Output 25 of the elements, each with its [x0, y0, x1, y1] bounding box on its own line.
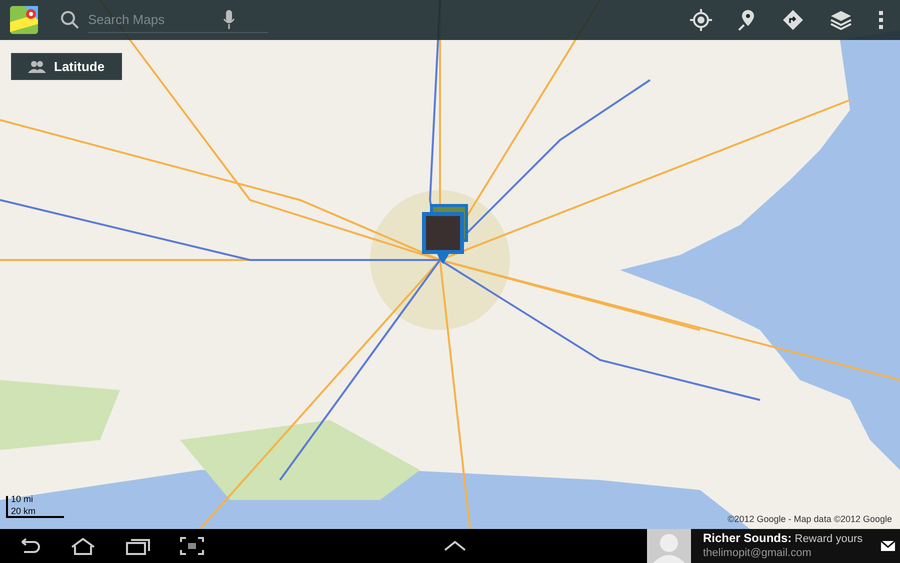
directions-icon[interactable] — [782, 9, 804, 31]
scale-label: 20 km — [11, 507, 36, 516]
map-attribution: ©2012 Google - Map data ©2012 Google — [728, 512, 892, 526]
pin-pointer-icon — [437, 254, 449, 264]
avatar-icon — [647, 529, 691, 563]
latitude-button[interactable]: Latitude — [11, 53, 122, 80]
search-field[interactable]: Search Maps — [88, 7, 268, 33]
overflow-menu-icon[interactable] — [878, 10, 884, 30]
screenshot-icon[interactable] — [180, 537, 204, 555]
recent-apps-icon[interactable] — [126, 537, 150, 555]
scale-label: 10 mi — [11, 495, 34, 504]
photo-placeholder — [422, 212, 464, 254]
people-icon — [28, 60, 46, 72]
microphone-icon[interactable] — [222, 9, 236, 31]
place-pin-icon[interactable] — [738, 9, 756, 31]
search-icon — [60, 10, 80, 30]
notification-account: thelimopit@gmail.com — [703, 547, 812, 561]
notification-text: Richer Sounds: Reward yours — [703, 531, 864, 547]
notification[interactable]: Richer Sounds: Reward yours thelimopit@gmail.com — [647, 529, 900, 563]
home-icon[interactable] — [70, 537, 96, 555]
maps-logo-icon[interactable] — [8, 4, 40, 36]
layers-icon[interactable] — [830, 9, 852, 31]
mail-icon — [880, 540, 896, 552]
my-location-icon[interactable] — [690, 9, 712, 31]
up-chevron-icon[interactable] — [444, 541, 466, 551]
